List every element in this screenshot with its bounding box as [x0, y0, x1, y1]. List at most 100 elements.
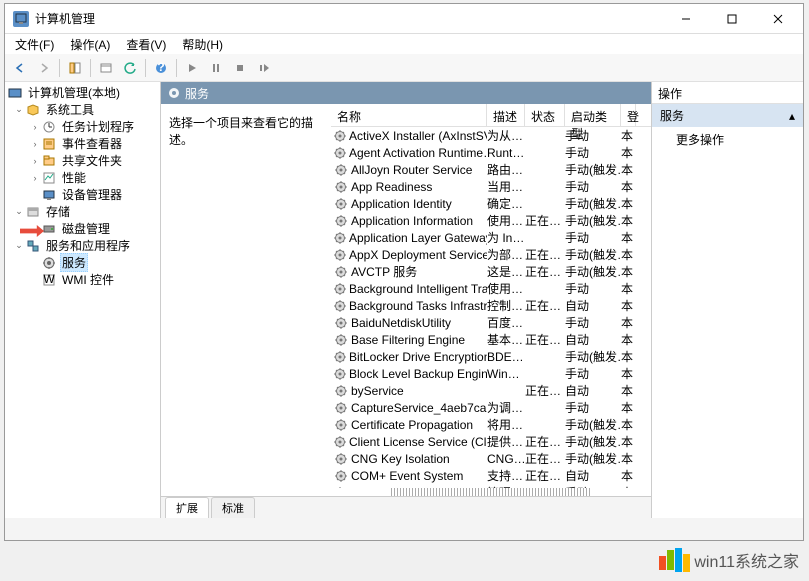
service-row[interactable]: CaptureService_4aeb7ca为调…手动本: [331, 399, 651, 416]
service-start: 手动: [565, 399, 621, 416]
service-row[interactable]: Application Layer Gateway…为 In…手动本: [331, 229, 651, 246]
service-row[interactable]: AVCTP 服务这是…正在…手动(触发…本: [331, 263, 651, 280]
service-row[interactable]: Client License Service (Clip…提供…正在…手动(触发…: [331, 433, 651, 450]
service-row[interactable]: CNG Key IsolationCNG…正在…手动(触发…本: [331, 450, 651, 467]
tree-services-apps[interactable]: ⌄服务和应用程序: [5, 237, 160, 254]
service-logon: 本: [621, 195, 636, 212]
tab-standard[interactable]: 标准: [211, 497, 255, 518]
collapse-icon[interactable]: ⌄: [13, 240, 25, 251]
caret-up-icon[interactable]: ▴: [789, 109, 795, 123]
service-row[interactable]: Block Level Backup Engine …Win…手动本: [331, 365, 651, 382]
gear-icon: [334, 129, 346, 143]
actions-pane: 操作 服务 ▴ 更多操作: [652, 82, 803, 518]
list-header[interactable]: 名称 描述 状态 启动类型 登: [331, 104, 651, 127]
service-row[interactable]: BaiduNetdiskUtility百度…手动本: [331, 314, 651, 331]
service-row[interactable]: ActiveX Installer (AxInstSV)为从…手动本: [331, 127, 651, 144]
svg-text:W: W: [43, 273, 55, 286]
refresh-button[interactable]: [119, 57, 141, 79]
minimize-button[interactable]: [663, 4, 709, 33]
service-row[interactable]: Certificate Propagation将用…手动(触发…本: [331, 416, 651, 433]
col-logon[interactable]: 登: [621, 104, 636, 126]
back-button[interactable]: [9, 57, 31, 79]
service-logon: 本: [621, 297, 636, 314]
service-row[interactable]: AppX Deployment Service …为部…正在…手动(触发…本: [331, 246, 651, 263]
forward-button[interactable]: [33, 57, 55, 79]
col-desc[interactable]: 描述: [487, 104, 525, 126]
service-row[interactable]: Application Information使用…正在…手动(触发…本: [331, 212, 651, 229]
service-desc: 将用…: [487, 416, 525, 433]
service-start: 手动: [565, 280, 621, 297]
service-row[interactable]: App Readiness当用…手动本: [331, 178, 651, 195]
menu-action[interactable]: 操作(A): [64, 34, 116, 55]
maximize-button[interactable]: [709, 4, 755, 33]
tree-storage[interactable]: ⌄存储: [5, 203, 160, 220]
tree-disk-management[interactable]: 磁盘管理: [5, 220, 160, 237]
service-start: 手动(触发…: [565, 195, 621, 212]
gear-icon: [334, 435, 346, 449]
tree-shared-folders[interactable]: ›共享文件夹: [5, 152, 160, 169]
service-name: Application Layer Gateway…: [349, 231, 487, 245]
services-list[interactable]: 名称 描述 状态 启动类型 登 ActiveX Installer (AxIns…: [331, 104, 651, 496]
service-logon: 本: [621, 348, 636, 365]
service-status: 正在…: [525, 433, 565, 450]
actions-section[interactable]: 服务 ▴: [652, 104, 803, 127]
tree-root[interactable]: 计算机管理(本地): [5, 84, 160, 101]
service-logon: 本: [621, 144, 636, 161]
col-start[interactable]: 启动类型: [565, 104, 621, 126]
restart-service-button[interactable]: [253, 57, 275, 79]
service-row[interactable]: COM+ Event System支持…正在…自动本: [331, 467, 651, 484]
tree-device-manager[interactable]: 设备管理器: [5, 186, 160, 203]
nav-tree[interactable]: 计算机管理(本地) ⌄系统工具 ›任务计划程序 ›事件查看器 ›共享文件夹 ›性…: [5, 82, 161, 518]
service-name: AppX Deployment Service …: [349, 248, 487, 262]
menu-view[interactable]: 查看(V): [120, 34, 172, 55]
service-row[interactable]: BitLocker Drive Encryption …BDE…手动(触发…本: [331, 348, 651, 365]
tree-task-scheduler[interactable]: ›任务计划程序: [5, 118, 160, 135]
description-panel: 选择一个项目来查看它的描述。: [161, 104, 331, 496]
tab-extended[interactable]: 扩展: [165, 497, 209, 518]
service-row[interactable]: Base Filtering Engine基本…正在…自动本: [331, 331, 651, 348]
collapse-icon[interactable]: ⌄: [13, 104, 25, 115]
gear-icon: [334, 163, 348, 177]
service-name: byService: [351, 384, 404, 398]
collapse-icon[interactable]: ⌄: [13, 206, 25, 217]
service-logon: 本: [621, 178, 636, 195]
actions-more[interactable]: 更多操作: [652, 127, 803, 152]
service-row[interactable]: Application Identity确定…手动(触发…本: [331, 195, 651, 212]
stop-service-button[interactable]: [229, 57, 251, 79]
tree-services[interactable]: 服务: [5, 254, 160, 271]
menu-help[interactable]: 帮助(H): [176, 34, 229, 55]
service-row[interactable]: AllJoyn Router Service路由…手动(触发…本: [331, 161, 651, 178]
tree-event-viewer[interactable]: ›事件查看器: [5, 135, 160, 152]
service-name: Background Intelligent Tra…: [349, 282, 487, 296]
export-button[interactable]: [95, 57, 117, 79]
service-name: Application Information: [351, 214, 473, 228]
expand-icon[interactable]: ›: [29, 173, 41, 183]
service-row[interactable]: byService正在…自动本: [331, 382, 651, 399]
tree-performance[interactable]: ›性能: [5, 169, 160, 186]
start-service-button[interactable]: [181, 57, 203, 79]
service-row[interactable]: Background Intelligent Tra…使用…手动本: [331, 280, 651, 297]
service-start: 手动(触发…: [565, 263, 621, 280]
tree-system-tools[interactable]: ⌄系统工具: [5, 101, 160, 118]
service-start: 手动(触发…: [565, 450, 621, 467]
service-desc: 提供…: [487, 433, 525, 450]
menu-file[interactable]: 文件(F): [9, 34, 60, 55]
horizontal-scrollbar[interactable]: [391, 488, 591, 496]
gear-icon: [334, 248, 346, 262]
expand-icon[interactable]: ›: [29, 139, 41, 149]
service-row[interactable]: Agent Activation Runtime…Runt…手动本: [331, 144, 651, 161]
service-row[interactable]: Background Tasks Infrastru…控制…正在…自动本: [331, 297, 651, 314]
help-button[interactable]: ?: [150, 57, 172, 79]
col-name[interactable]: 名称: [331, 104, 487, 126]
close-button[interactable]: [755, 4, 801, 33]
pause-service-button[interactable]: [205, 57, 227, 79]
expand-icon[interactable]: ›: [29, 122, 41, 132]
col-status[interactable]: 状态: [525, 104, 565, 126]
service-logon: 本: [621, 382, 636, 399]
service-name: Certificate Propagation: [351, 418, 473, 432]
gear-icon: [334, 197, 348, 211]
tree-wmi[interactable]: WWMI 控件: [5, 271, 160, 288]
expand-icon[interactable]: ›: [29, 156, 41, 166]
service-desc: 使用…: [487, 212, 525, 229]
show-hide-tree-button[interactable]: [64, 57, 86, 79]
